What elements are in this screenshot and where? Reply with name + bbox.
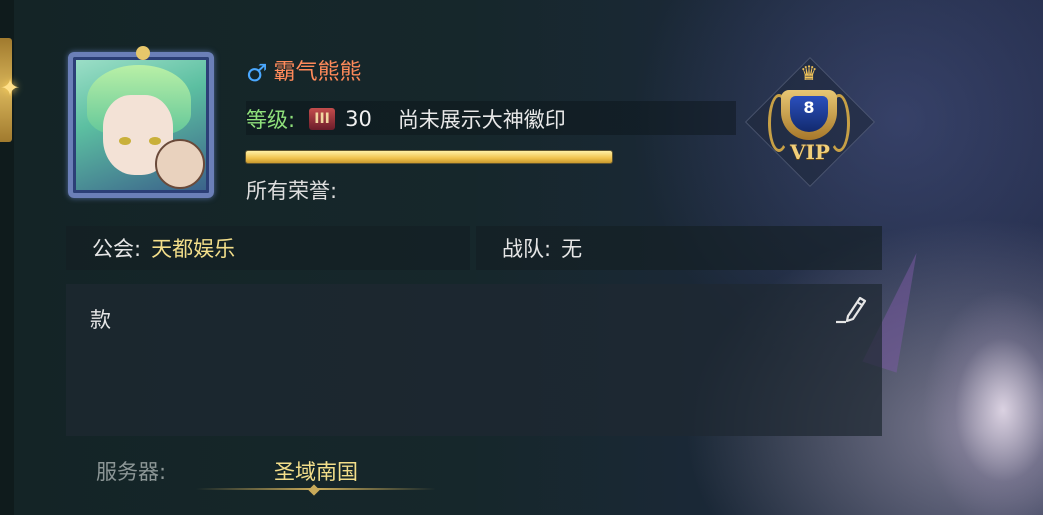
avatar-eye (119, 137, 131, 145)
team-field[interactable]: 战队: 无 (476, 226, 882, 270)
level-label: 等级: (246, 108, 296, 132)
guild-field[interactable]: 公会: 天都娱乐 (66, 226, 470, 270)
crown-icon: ♛ (800, 61, 818, 85)
server-label: 服务器: (96, 460, 167, 484)
sparkle-icon: ✦ (0, 74, 21, 102)
level-row: 等级: III 30 尚未展示大神徽印 (246, 104, 566, 134)
team-label: 战队: (502, 237, 552, 261)
vip-badge[interactable]: ♛ 8 VIP (744, 56, 876, 188)
server-selector[interactable]: 圣域南国 (196, 450, 436, 496)
honors-label[interactable]: 所有荣誉: (246, 175, 337, 205)
vip-level-number: 8 (803, 98, 815, 117)
guild-value: 天都娱乐 (151, 237, 236, 261)
avatar-companion (155, 139, 205, 189)
signature-text: 款 (90, 308, 111, 332)
avatar-frame-gem (136, 46, 150, 60)
level-rank-icon: III (309, 108, 336, 130)
male-icon: ♂ (246, 59, 268, 87)
xp-progress-bar (246, 151, 612, 163)
vip-label: VIP (790, 140, 830, 164)
diamond-ornament-icon (308, 484, 320, 496)
xp-progress-fill (246, 151, 612, 163)
signature-panel: 款 (66, 284, 882, 436)
edit-pencil-icon[interactable] (834, 290, 870, 326)
team-value: 无 (561, 237, 583, 261)
server-value: 圣域南国 (274, 460, 358, 484)
guild-label: 公会: (92, 237, 142, 261)
avatar-eye (149, 137, 161, 145)
badge-status-text[interactable]: 尚未展示大神徽印 (398, 104, 566, 134)
avatar[interactable] (68, 52, 214, 198)
player-name-row: ♂ 霸气熊熊 (246, 58, 362, 88)
level-value: 30 (345, 107, 372, 131)
player-name: 霸气熊熊 (273, 60, 362, 85)
